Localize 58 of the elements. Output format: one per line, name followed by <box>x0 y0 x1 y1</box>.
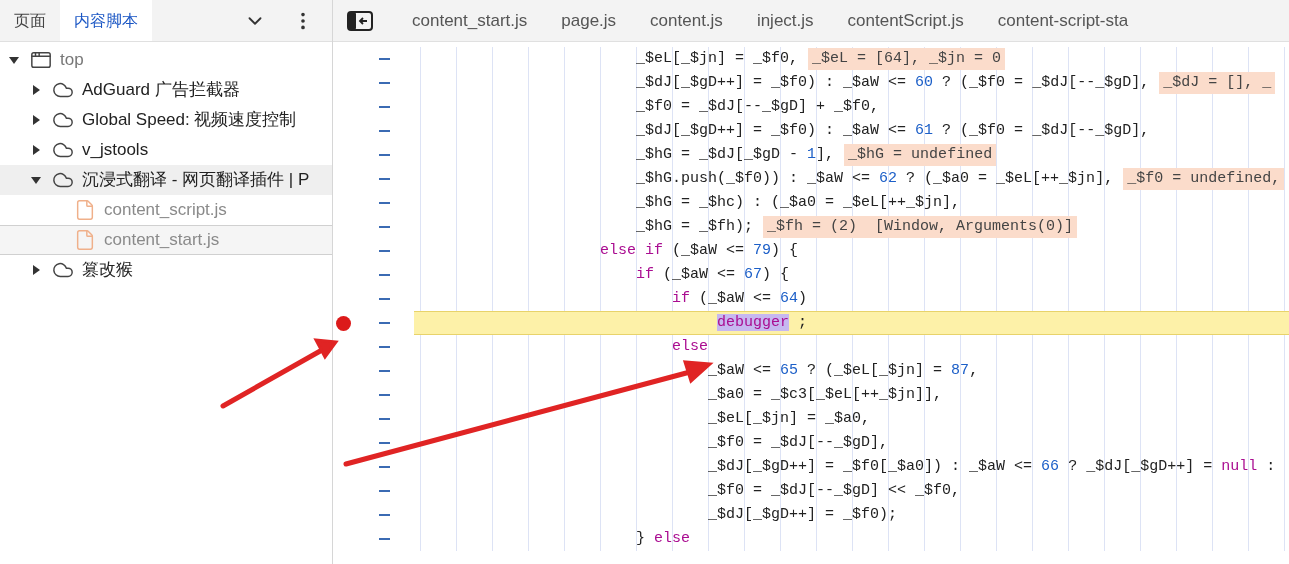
inline-value: _$dJ = [], _ <box>1159 71 1276 95</box>
code-text: _$f0 = _$dJ[--_$gD] << _$f0, <box>707 480 961 501</box>
code-text: _$eL[_$jn] = _$f0, <box>635 48 799 69</box>
tree-item[interactable]: 篡改猴 <box>0 255 332 285</box>
inline-value: _$f0 = undefined, <box>1123 167 1285 191</box>
sidebar-toggle-icon[interactable] <box>347 10 373 31</box>
file-tab[interactable]: content_start.js <box>395 0 545 41</box>
code-text: if (_$aW <= 67) { <box>635 264 790 285</box>
tree-item[interactable]: top <box>0 45 332 75</box>
file-tab[interactable]: content.js <box>633 0 740 41</box>
code-text: _$dJ[_$gD++] = _$f0) : _$aW <= 61 ? (_$f0 = _$dJ[--_$gD], <box>635 120 1150 141</box>
tree-item-label: content_start.js <box>104 229 220 252</box>
code-text: _$hG = _$fh); <box>635 216 754 237</box>
tree-item-label: content_script.js <box>104 199 227 222</box>
collapsed-triangle-icon[interactable] <box>30 114 42 126</box>
code-text: _$hG.push(_$f0)) : _$aW <= 62 ? (_$a0 = _$eL[++_$jn], <box>635 168 1114 189</box>
tree-item-label: top <box>60 49 84 72</box>
collapsed-triangle-icon[interactable] <box>30 264 42 276</box>
code-text: if (_$aW <= 64) <box>671 288 808 309</box>
collapsed-triangle-icon[interactable] <box>30 144 42 156</box>
code-text: else <box>671 336 709 357</box>
tree-item-label: Global Speed: 视频速度控制 <box>82 109 297 132</box>
inline-value: _$eL = [64], _$jn = 0 <box>808 47 1006 71</box>
expanded-triangle-icon[interactable] <box>8 54 20 66</box>
code-text: _$f0 = _$dJ[--_$gD], <box>707 432 889 453</box>
code-text: _$aW <= 65 ? (_$eL[_$jn] = 87, <box>707 360 979 381</box>
file-tab[interactable]: page.js <box>544 0 634 41</box>
tree-item-label: 篡改猴 <box>82 259 133 282</box>
inline-value: _$hG = undefined <box>844 143 997 167</box>
file-icon <box>74 199 96 221</box>
window-icon <box>30 49 52 71</box>
tree-item[interactable]: v_jstools <box>0 135 332 165</box>
code-text: _$hG = _$hc) : (_$a0 = _$eL[++_$jn], <box>635 192 961 213</box>
file-tab[interactable]: content-script-sta <box>980 0 1146 41</box>
code-text: _$dJ[_$gD++] = _$f0[_$a0]) : _$aW <= 66 ? _$dJ[_$gD++] = null : <box>707 456 1276 477</box>
code-text: _$hG = _$dJ[_$gD - 1], <box>635 144 835 165</box>
tree-item[interactable]: Global Speed: 视频速度控制 <box>0 105 332 135</box>
panel-tab[interactable]: 内容脚本 <box>60 0 152 41</box>
inline-value: _$fh = (2) [Window, Arguments(0)] <box>763 215 1078 239</box>
code-text: _$eL[_$jn] = _$a0, <box>707 408 871 429</box>
code-text: _$a0 = _$c3[_$eL[++_$jn]], <box>707 384 943 405</box>
tree-item-label: v_jstools <box>82 139 149 162</box>
code-text: else if (_$aW <= 79) { <box>599 240 799 261</box>
tree-item[interactable]: AdGuard 广告拦截器 <box>0 75 332 105</box>
file-icon <box>74 229 96 251</box>
panel-tab[interactable]: 页面 <box>0 0 60 41</box>
tree-item-label: 沉浸式翻译 - 网页翻译插件 | P <box>82 169 310 192</box>
file-tab[interactable]: contentScript.js <box>830 0 981 41</box>
code-text: } else <box>635 528 691 549</box>
tree-item-label: AdGuard 广告拦截器 <box>82 79 240 102</box>
expanded-triangle-icon[interactable] <box>30 174 42 186</box>
code-text: _$dJ[_$gD++] = _$f0) : _$aW <= 60 ? (_$f0 = _$dJ[--_$gD], <box>635 72 1150 93</box>
tree-item[interactable]: content_script.js <box>0 195 332 225</box>
file-tab[interactable]: inject.js <box>739 0 831 41</box>
code-text: _$dJ[_$gD++] = _$f0); <box>707 504 898 525</box>
code-text: _$f0 = _$dJ[--_$gD] + _$f0, <box>635 96 880 117</box>
collapsed-triangle-icon[interactable] <box>30 84 42 96</box>
tree-item[interactable]: 沉浸式翻译 - 网页翻译插件 | P <box>0 165 332 195</box>
